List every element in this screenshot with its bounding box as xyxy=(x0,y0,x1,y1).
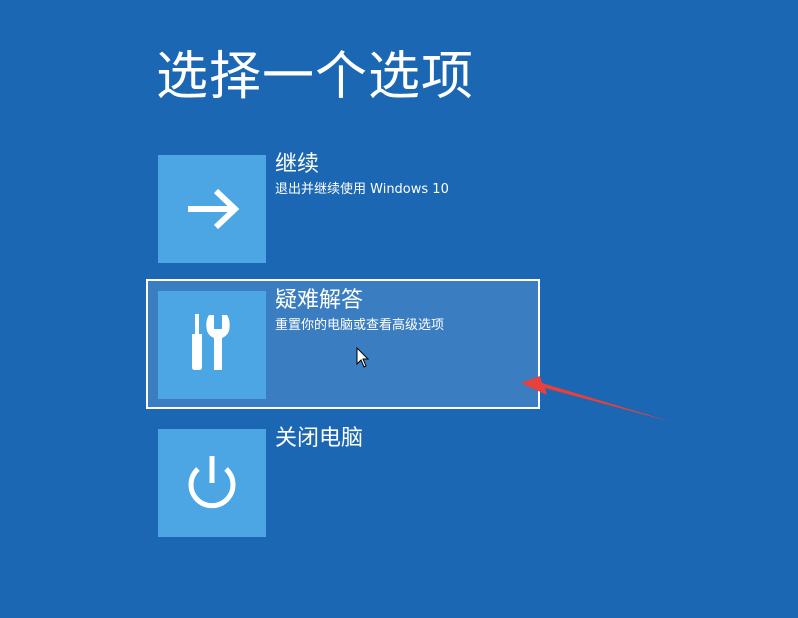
tools-icon xyxy=(192,314,230,370)
mouse-cursor-icon xyxy=(356,347,370,368)
option-continue-subtitle: 退出并继续使用 Windows 10 xyxy=(275,182,449,197)
option-continue-title: 继续 xyxy=(275,152,320,177)
option-shutdown-tile[interactable] xyxy=(158,429,266,537)
option-troubleshoot-title: 疑难解答 xyxy=(275,288,364,313)
option-troubleshoot-tile[interactable] xyxy=(158,291,266,399)
option-continue-tile[interactable] xyxy=(158,155,266,263)
power-icon xyxy=(188,456,236,509)
option-continue[interactable]: 继续 退出并继续使用 Windows 10 xyxy=(146,143,540,273)
option-shutdown-title: 关闭电脑 xyxy=(275,426,364,451)
option-troubleshoot-subtitle: 重置你的电脑或查看高级选项 xyxy=(275,318,445,333)
arrow-right-icon xyxy=(188,188,240,230)
option-shutdown[interactable]: 关闭电脑 xyxy=(146,417,540,547)
option-troubleshoot[interactable]: 疑难解答 重置你的电脑或查看高级选项 xyxy=(146,279,540,409)
page-title: 选择一个选项 xyxy=(156,47,475,107)
